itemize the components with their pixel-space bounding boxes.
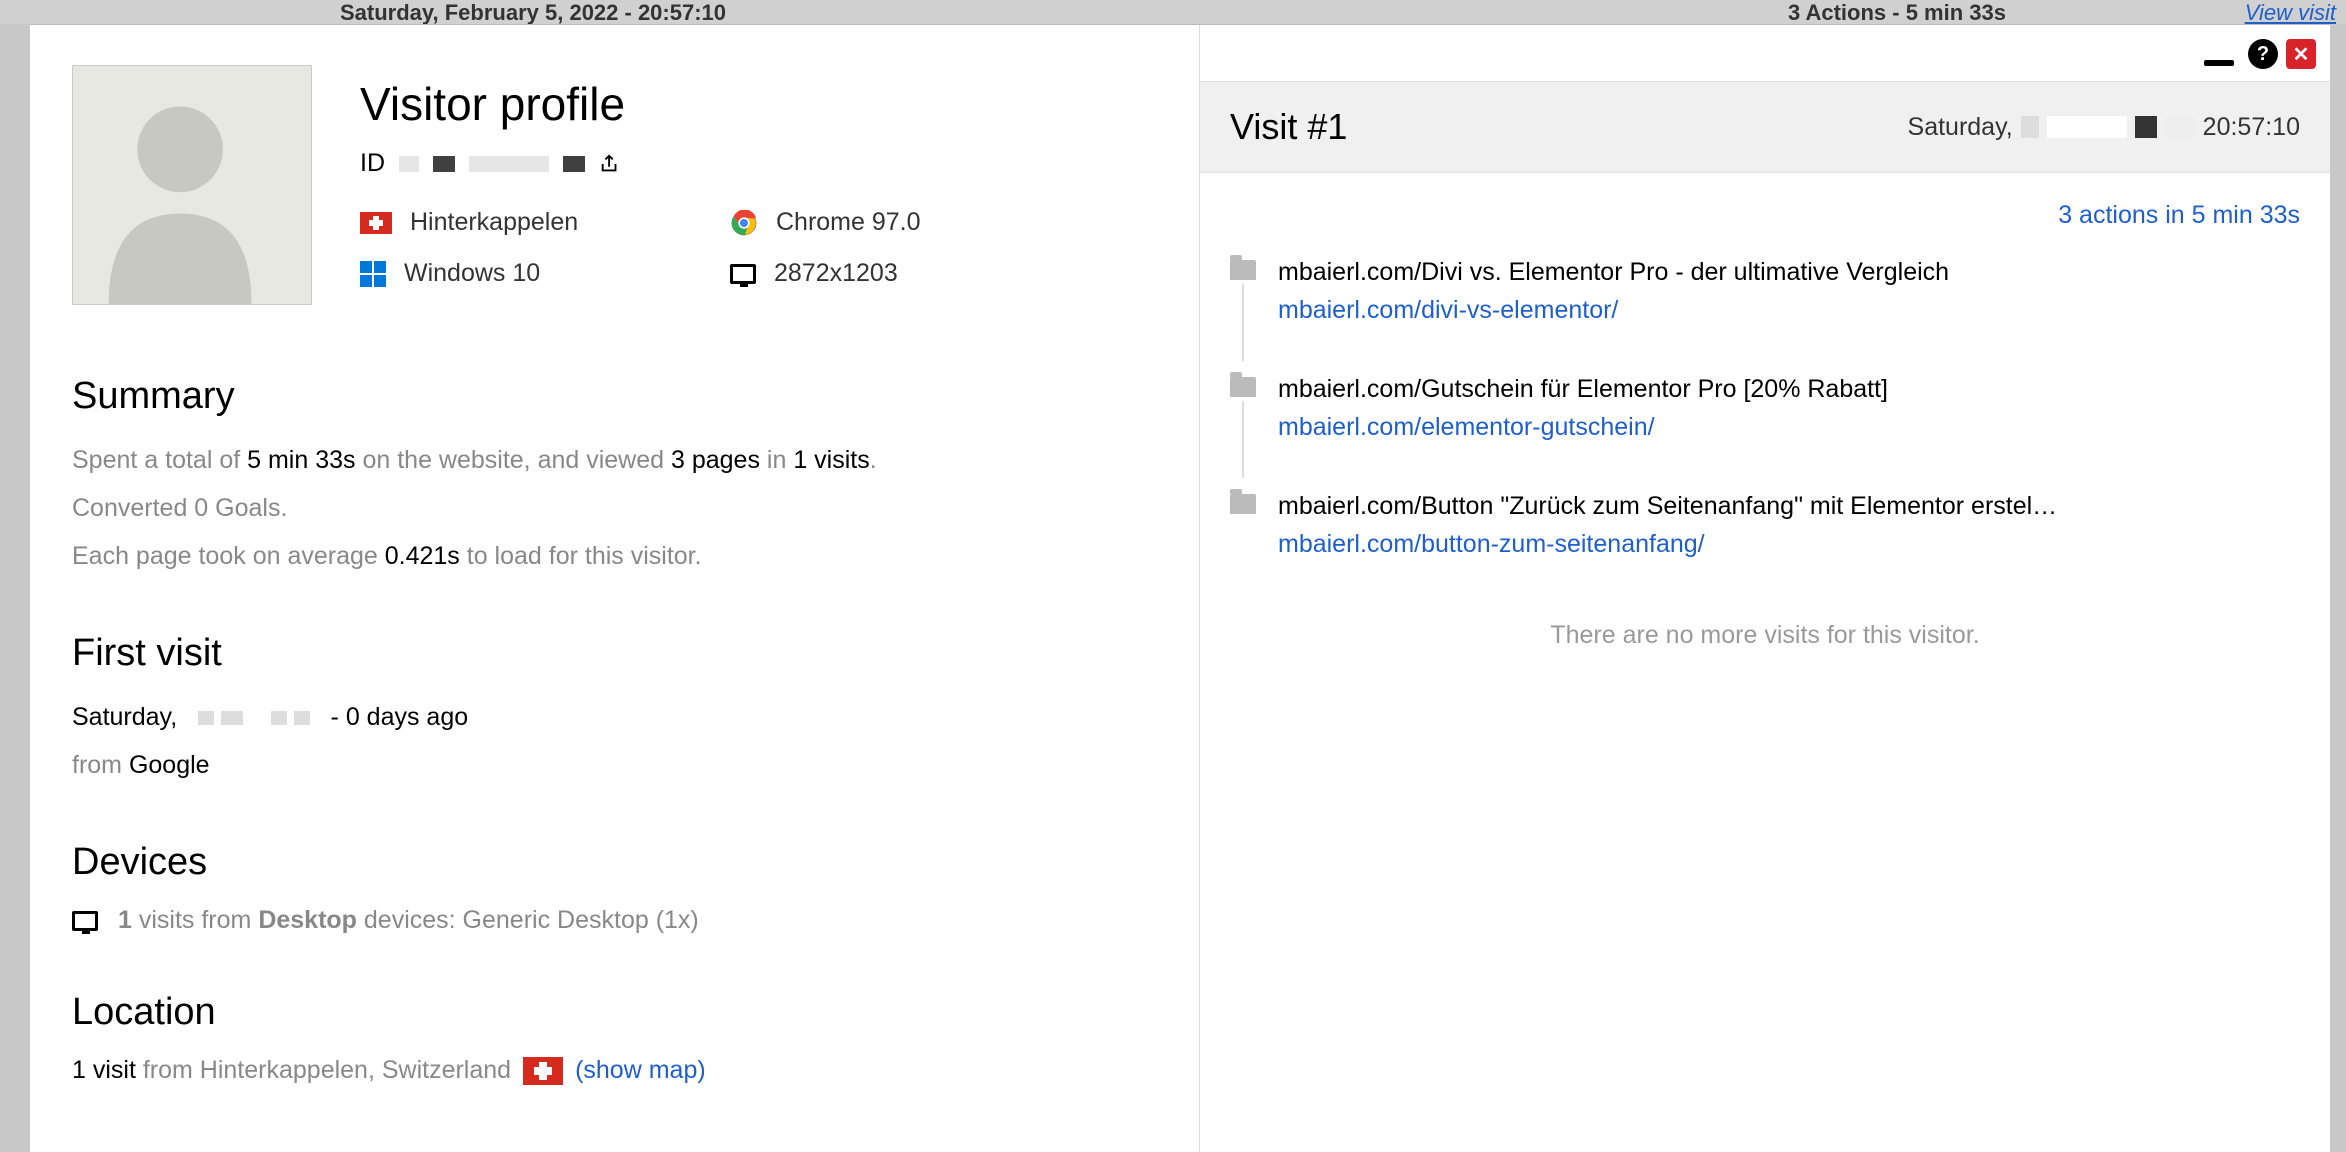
info-location: Hinterkappelen <box>360 208 730 237</box>
action-title: mbaierl.com/Button "Zurück zum Seitenanf… <box>1278 488 2057 526</box>
help-button[interactable]: ? <box>2248 39 2278 69</box>
summary-heading: Summary <box>72 375 1149 418</box>
profile-header: Visitor profile ID Hinterkappelen <box>72 65 1149 305</box>
background-row: Saturday, February 5, 2022 - 20:57:10 3 … <box>0 0 2346 24</box>
folder-icon <box>1230 494 1256 514</box>
first-visit-source: from Google <box>72 745 1149 785</box>
action-url[interactable]: mbaierl.com/button-zum-seitenanfang/ <box>1278 526 2057 564</box>
close-button[interactable]: ✕ <box>2286 39 2316 69</box>
chrome-icon <box>730 212 758 234</box>
devices-heading: Devices <box>72 841 1149 884</box>
visit-title: Visit #1 <box>1230 106 1347 148</box>
id-label: ID <box>360 149 385 178</box>
show-map-link[interactable]: (show map) <box>575 1056 706 1085</box>
redacted <box>469 156 549 172</box>
modal-toolbar: ? ✕ <box>2204 39 2316 69</box>
action-item[interactable]: mbaierl.com/Divi vs. Elementor Pro - der… <box>1230 240 2300 357</box>
flag-ch-icon <box>360 212 392 234</box>
location-row: 1 visit from Hinterkappelen, Switzerland… <box>72 1056 1149 1085</box>
visitor-id-row: ID <box>360 149 1149 178</box>
redacted <box>563 156 585 172</box>
summary-line-1: Spent a total of 5 min 33s on the websit… <box>72 440 1149 480</box>
action-item[interactable]: mbaierl.com/Button "Zurück zum Seitenanf… <box>1230 474 2300 591</box>
action-title: mbaierl.com/Gutschein für Elementor Pro … <box>1278 371 1888 409</box>
os-text: Windows 10 <box>404 259 540 288</box>
bg-actions: 3 Actions - 5 min 33s <box>1788 0 2006 26</box>
redacted <box>2047 116 2127 138</box>
folder-icon <box>1230 377 1256 397</box>
info-resolution: 2872x1203 <box>730 259 1149 288</box>
first-visit-heading: First visit <box>72 632 1149 675</box>
avatar <box>72 65 312 305</box>
page-title: Visitor profile <box>360 77 1149 131</box>
actions-summary-link[interactable]: 3 actions in 5 min 33s <box>1200 173 2330 240</box>
right-pane: ? ✕ Visit #1 Saturday, 20:57:10 3 action… <box>1200 25 2330 1152</box>
summary-line-2: Converted 0 Goals. <box>72 488 1149 528</box>
desktop-icon <box>72 911 98 931</box>
redacted <box>2135 116 2157 138</box>
visit-header: Visit #1 Saturday, 20:57:10 <box>1200 81 2330 173</box>
action-url[interactable]: mbaierl.com/divi-vs-elementor/ <box>1278 292 1949 330</box>
action-item[interactable]: mbaierl.com/Gutschein für Elementor Pro … <box>1230 357 2300 474</box>
redacted <box>2021 116 2039 138</box>
redacted <box>2165 116 2195 138</box>
action-title: mbaierl.com/Divi vs. Elementor Pro - der… <box>1278 254 1949 292</box>
action-url[interactable]: mbaierl.com/elementor-gutschein/ <box>1278 409 1888 447</box>
folder-icon <box>1230 260 1256 280</box>
devices-row: 1 visits from Desktop devices: Generic D… <box>72 906 1149 935</box>
summary-line-3: Each page took on average 0.421s to load… <box>72 536 1149 576</box>
info-browser: Chrome 97.0 <box>730 208 1149 237</box>
location-text: Hinterkappelen <box>410 208 578 237</box>
browser-text: Chrome 97.0 <box>776 208 921 237</box>
bg-datetime: Saturday, February 5, 2022 - 20:57:10 <box>340 0 726 26</box>
share-icon[interactable] <box>599 153 621 175</box>
first-visit-date: Saturday, - 0 days ago <box>72 697 1149 737</box>
windows-icon <box>360 261 386 287</box>
no-more-visits: There are no more visits for this visito… <box>1200 621 2330 650</box>
bg-view-visit-link[interactable]: View visit <box>2245 0 2336 26</box>
location-heading: Location <box>72 991 1149 1034</box>
redacted <box>433 156 455 172</box>
left-pane: Visitor profile ID Hinterkappelen <box>30 25 1200 1152</box>
info-grid: Hinterkappelen Chrome 97.0 Windows 10 <box>360 208 1149 288</box>
info-os: Windows 10 <box>360 259 730 288</box>
visit-datetime: Saturday, 20:57:10 <box>1908 113 2300 142</box>
minimize-button[interactable] <box>2204 60 2234 66</box>
resolution-text: 2872x1203 <box>774 259 898 288</box>
action-list: mbaierl.com/Divi vs. Elementor Pro - der… <box>1200 240 2330 591</box>
visitor-profile-modal: Visitor profile ID Hinterkappelen <box>30 24 2330 1152</box>
screen-icon <box>730 264 756 284</box>
flag-ch-icon <box>523 1057 563 1085</box>
redacted <box>399 156 419 172</box>
